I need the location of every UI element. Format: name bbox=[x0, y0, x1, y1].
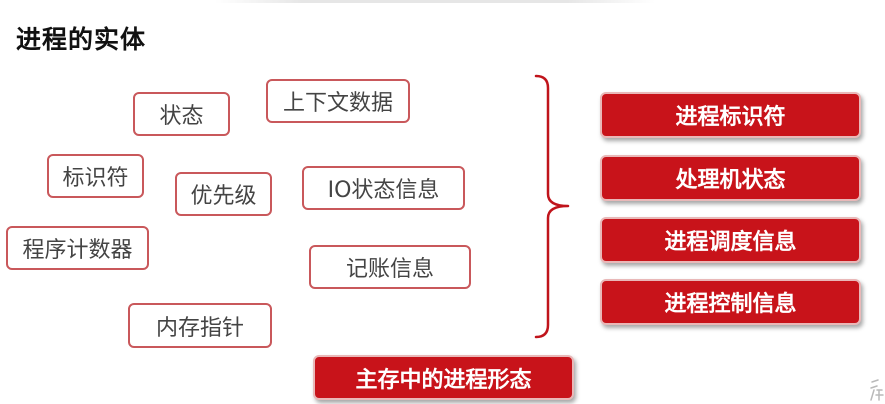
component-tag-io-status: IO状态信息 bbox=[302, 166, 465, 210]
component-tag-memory-pointer: 内存指针 bbox=[128, 303, 272, 348]
category-process-identifier: 进程标识符 bbox=[600, 92, 861, 138]
component-tag-context-data: 上下文数据 bbox=[266, 79, 410, 123]
component-tag-accounting-info: 记账信息 bbox=[309, 245, 471, 289]
component-tag-program-counter: 程序计数器 bbox=[6, 226, 149, 270]
category-scheduling-info: 进程调度信息 bbox=[600, 217, 861, 263]
category-control-info: 进程控制信息 bbox=[600, 279, 861, 325]
component-tag-identifier: 标识符 bbox=[47, 154, 144, 198]
slide-title: 进程的实体 bbox=[16, 25, 147, 54]
caption-box: 主存中的进程形态 bbox=[313, 355, 574, 400]
component-tag-state: 状态 bbox=[133, 92, 230, 136]
corner-logo-icon bbox=[870, 379, 884, 401]
category-processor-state: 处理机状态 bbox=[600, 155, 861, 201]
component-tag-priority: 优先级 bbox=[175, 172, 272, 216]
top-divider bbox=[215, 0, 655, 3]
right-brace bbox=[534, 74, 570, 339]
